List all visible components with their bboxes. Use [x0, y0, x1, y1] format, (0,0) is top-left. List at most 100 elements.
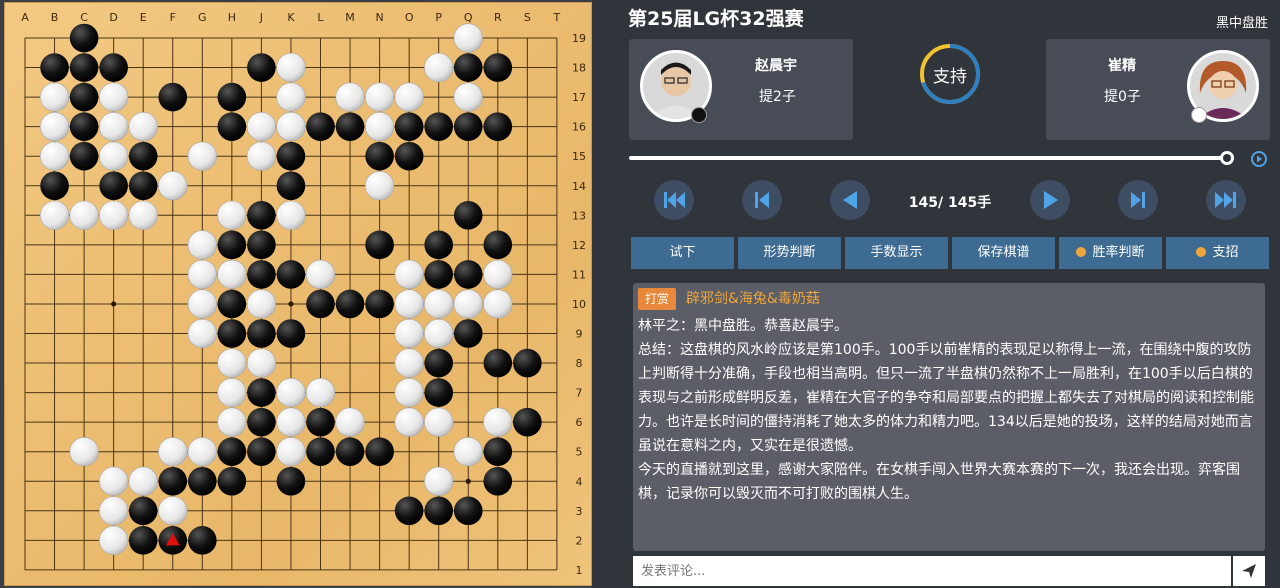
white-stone[interactable]: [217, 407, 247, 437]
white-stone[interactable]: [246, 348, 276, 378]
white-stone[interactable]: [158, 171, 188, 201]
black-stone[interactable]: [365, 141, 394, 171]
white-stone[interactable]: [39, 141, 70, 171]
white-stone[interactable]: [187, 289, 217, 319]
go-board[interactable]: A B C D E F G H J K L M N O P Q R S T 19 18 17 16 15 14 13 12 11 10 9…: [4, 2, 592, 586]
first-move-button[interactable]: [654, 180, 694, 220]
black-stone[interactable]: [247, 230, 276, 260]
white-stone[interactable]: [39, 82, 70, 112]
black-stone[interactable]: [217, 112, 247, 141]
black-stone[interactable]: [335, 112, 365, 141]
black-stone[interactable]: [69, 112, 99, 141]
comment-input[interactable]: [633, 556, 1231, 586]
prev-ten-button[interactable]: [742, 180, 782, 220]
white-stone[interactable]: [99, 112, 129, 142]
black-stone[interactable]: [453, 112, 483, 141]
white-stone[interactable]: [217, 348, 247, 378]
white-stone[interactable]: [187, 141, 217, 171]
white-stone[interactable]: [305, 259, 336, 290]
black-stone[interactable]: [247, 260, 276, 289]
black-stone[interactable]: [424, 496, 454, 526]
white-stone[interactable]: [128, 200, 158, 230]
black-stone[interactable]: [158, 82, 188, 112]
white-stone[interactable]: [39, 200, 70, 230]
black-stone[interactable]: [247, 319, 276, 348]
white-stone[interactable]: [365, 171, 395, 201]
white-stone[interactable]: [365, 112, 395, 142]
white-stone[interactable]: [276, 200, 306, 230]
white-stone[interactable]: [276, 378, 306, 408]
black-stone[interactable]: [69, 53, 99, 82]
show-move-numbers-button[interactable]: 手数显示: [845, 237, 948, 269]
autoplay-icon[interactable]: [1250, 150, 1268, 168]
white-stone[interactable]: [424, 407, 454, 437]
white-stone[interactable]: [424, 466, 454, 496]
black-stone[interactable]: [394, 496, 424, 526]
black-stone[interactable]: [40, 171, 69, 201]
black-stone[interactable]: [128, 141, 158, 171]
black-stone[interactable]: [394, 112, 424, 141]
black-stone[interactable]: [128, 171, 158, 201]
black-stone[interactable]: [217, 319, 247, 348]
white-stone[interactable]: [158, 496, 188, 526]
black-stone[interactable]: [69, 82, 99, 112]
black-stone[interactable]: [365, 289, 394, 319]
black-stone[interactable]: [335, 437, 365, 467]
black-stone[interactable]: [483, 112, 513, 141]
black-stone[interactable]: [424, 260, 454, 289]
white-stone[interactable]: [365, 82, 395, 112]
black-stone[interactable]: [513, 348, 542, 378]
black-stone[interactable]: [306, 437, 335, 467]
next-ten-button[interactable]: [1118, 180, 1158, 220]
black-stone[interactable]: [424, 378, 454, 407]
white-stone[interactable]: [276, 112, 306, 142]
white-stone[interactable]: [335, 82, 365, 112]
black-stone[interactable]: [483, 466, 513, 496]
black-stone[interactable]: [188, 466, 217, 496]
white-stone[interactable]: [246, 112, 276, 142]
send-button[interactable]: [1233, 556, 1265, 586]
next-move-button[interactable]: [1030, 180, 1070, 220]
black-stone[interactable]: [483, 230, 513, 260]
black-stone[interactable]: [483, 437, 513, 467]
white-stone[interactable]: [187, 230, 217, 260]
black-stone[interactable]: [276, 466, 306, 496]
black-stone[interactable]: [424, 112, 454, 141]
black-stone[interactable]: [188, 526, 217, 555]
black-stone[interactable]: [276, 171, 306, 201]
support-label[interactable]: 支持: [918, 62, 982, 87]
black-stone[interactable]: [335, 289, 365, 319]
white-stone[interactable]: [424, 289, 454, 319]
white-stone[interactable]: [187, 318, 217, 349]
black-stone[interactable]: [483, 348, 513, 378]
white-stone[interactable]: [39, 112, 70, 142]
black-stone[interactable]: [453, 53, 483, 82]
white-stone[interactable]: [394, 259, 424, 290]
black-stone[interactable]: [306, 112, 335, 141]
white-stone[interactable]: [217, 200, 247, 230]
white-stone[interactable]: [394, 348, 424, 378]
commentary-box[interactable]: 打赏 辟邪剑&海兔&毒奶菇 林平之：黑中盘胜。恭喜赵晨宇。 总结：这盘棋的风水岭…: [633, 283, 1265, 551]
white-stone[interactable]: [394, 318, 424, 349]
white-stone[interactable]: [394, 289, 424, 319]
black-stone[interactable]: [247, 437, 276, 467]
reward-badge[interactable]: 打赏: [638, 288, 676, 310]
black-stone[interactable]: [217, 289, 247, 319]
black-stone[interactable]: [424, 230, 454, 260]
white-stone[interactable]: [128, 466, 158, 496]
white-stone[interactable]: [158, 437, 188, 467]
white-stone[interactable]: [246, 289, 276, 319]
black-stone[interactable]: [394, 141, 424, 171]
black-stone[interactable]: [247, 378, 276, 407]
black-stone[interactable]: [217, 82, 247, 112]
white-stone[interactable]: [453, 82, 483, 112]
white-stone[interactable]: [246, 141, 276, 171]
progress-handle[interactable]: [1220, 151, 1234, 165]
white-stone[interactable]: [187, 437, 217, 467]
white-stone[interactable]: [99, 141, 129, 171]
white-stone[interactable]: [217, 259, 247, 290]
try-move-button[interactable]: 试下: [631, 237, 734, 269]
black-stone[interactable]: [217, 466, 247, 496]
white-stone[interactable]: [453, 23, 483, 53]
black-stone[interactable]: [483, 53, 513, 82]
